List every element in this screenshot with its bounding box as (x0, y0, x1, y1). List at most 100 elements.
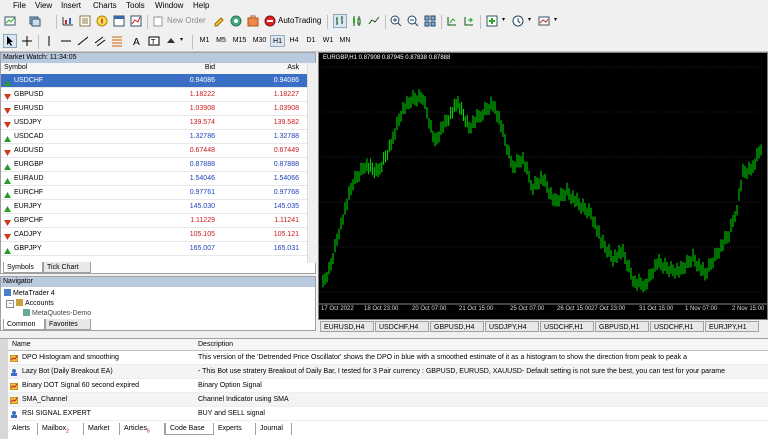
profiles-icon[interactable] (28, 14, 42, 28)
strategy-tester-icon[interactable] (129, 14, 143, 28)
price-chart[interactable]: EURGBP,H1 0.87908 0.87945 0.87838 0.8788… (318, 52, 768, 320)
indicators-icon[interactable] (485, 14, 499, 28)
column-description[interactable]: Description (198, 339, 233, 350)
menu-charts[interactable]: Charts (93, 1, 117, 10)
market-watch-row[interactable]: EURJPY 145.030 145.035 (1, 200, 307, 214)
text-label-icon[interactable]: T (147, 34, 161, 48)
bar-chart-icon[interactable] (333, 14, 347, 28)
arrows-icon[interactable] (164, 34, 178, 48)
chart-tab[interactable]: USDCHF,H1 (650, 321, 704, 332)
chart-tab[interactable]: USDCHF,H1 (540, 321, 594, 332)
tab-symbols[interactable]: Symbols (3, 262, 43, 273)
tab-code-base[interactable]: Code Base (165, 423, 214, 435)
timeframe-h4[interactable]: H4 (286, 35, 302, 47)
market-watch-row[interactable]: EURGBP 0.87888 0.87888 (1, 158, 307, 172)
menu-insert[interactable]: Insert (61, 1, 81, 10)
market-watch-row[interactable]: GBPCHF 1.11229 1.11241 (1, 214, 307, 228)
crosshair-icon[interactable] (20, 34, 34, 48)
line-chart-icon[interactable] (367, 14, 381, 28)
tab-alerts[interactable]: Alerts (8, 423, 38, 435)
arrows-dropdown-icon[interactable]: ▾ (180, 36, 183, 43)
toolbox-side-handle[interactable] (0, 339, 8, 439)
market-watch-row[interactable]: EURCHF 0.97761 0.97768 (1, 186, 307, 200)
menu-file[interactable]: File (13, 1, 26, 10)
timeframe-w1[interactable]: W1 (320, 35, 336, 47)
autotrading-button[interactable]: AutoTrading (278, 16, 321, 25)
expand-icon[interactable]: − (6, 300, 14, 308)
tab-articles[interactable]: Articles6 (120, 423, 165, 435)
tab-common[interactable]: Common (3, 319, 45, 330)
new-order-button[interactable]: New Order (167, 16, 206, 25)
timeframe-m15[interactable]: M15 (230, 35, 249, 47)
timeframe-m1[interactable]: M1 (197, 35, 212, 47)
candlestick-chart-icon[interactable] (350, 14, 364, 28)
menu-help[interactable]: Help (193, 1, 209, 10)
column-symbol[interactable]: Symbol (4, 64, 27, 71)
market-watch-row[interactable]: EURAUD 1.54046 1.54066 (1, 172, 307, 186)
auto-scroll-icon[interactable] (462, 14, 476, 28)
codebase-row[interactable]: RSI SIGNAL EXPERT BUY and SELL signal (8, 407, 768, 421)
chart-tab[interactable]: GBPUSD,H4 (430, 321, 484, 332)
market-watch-row[interactable]: GBPUSD 1.18222 1.18227 (1, 88, 307, 102)
codebase-row[interactable]: SMA_Channel Channel Indicator using SMA (8, 393, 768, 407)
templates-dropdown-icon[interactable]: ▾ (554, 16, 557, 23)
signals-icon[interactable] (229, 14, 243, 28)
market-icon[interactable] (246, 14, 260, 28)
tab-market[interactable]: Market (84, 423, 120, 435)
nav-item-account-demo[interactable]: MetaQuotes-Demo (23, 309, 91, 317)
zoom-out-icon[interactable] (406, 14, 420, 28)
chart-shift-icon[interactable] (445, 14, 459, 28)
market-watch-row[interactable]: USDCAD 1.32786 1.32788 (1, 130, 307, 144)
market-watch-icon[interactable] (61, 14, 75, 28)
nav-item-accounts[interactable]: − Accounts (6, 299, 54, 308)
menu-view[interactable]: View (35, 1, 52, 10)
chart-tab[interactable]: GBPUSD,H1 (595, 321, 649, 332)
market-watch-row[interactable]: USDJPY 139.574 139.582 (1, 116, 307, 130)
menu-tools[interactable]: Tools (126, 1, 145, 10)
timeframe-h1[interactable]: H1 (270, 35, 285, 47)
codebase-row[interactable]: DPO Histogram and smoothing This version … (8, 351, 768, 365)
market-watch-row[interactable]: EURUSD 1.03908 1.03908 (1, 102, 307, 116)
periodicity-dropdown-icon[interactable]: ▾ (528, 16, 531, 23)
timeframe-d1[interactable]: D1 (303, 35, 319, 47)
terminal-icon[interactable] (112, 14, 126, 28)
market-watch-row[interactable]: USDCHF 0.94086 0.94086 (1, 74, 307, 88)
text-tool-icon[interactable]: A (130, 34, 144, 48)
nav-item-metatrader[interactable]: MetaTrader 4 (4, 289, 55, 297)
chart-tab[interactable]: USDCHF,H4 (375, 321, 429, 332)
chart-tab[interactable]: EURUSD,H4 (320, 321, 374, 332)
market-watch-row[interactable]: CADJPY 105.105 105.121 (1, 228, 307, 242)
chart-tab[interactable]: USDJPY,H4 (485, 321, 539, 332)
timeframe-m5[interactable]: M5 (213, 35, 229, 47)
periodicity-icon[interactable] (511, 14, 525, 28)
horizontal-line-icon[interactable] (59, 34, 73, 48)
tab-mailbox[interactable]: Mailbox2 (38, 423, 84, 435)
tile-windows-icon[interactable] (423, 14, 437, 28)
metaeditor-icon[interactable] (212, 14, 226, 28)
cursor-icon[interactable] (3, 34, 17, 48)
market-watch-row[interactable]: AUDUSD 0.67448 0.67449 (1, 144, 307, 158)
market-watch-row[interactable]: GBPJPY 165.007 165.031 (1, 242, 307, 256)
indicators-dropdown-icon[interactable]: ▾ (502, 16, 505, 23)
timeframe-mn[interactable]: MN (337, 35, 353, 47)
tab-journal[interactable]: Journal (256, 423, 292, 435)
chart-tab[interactable]: EURJPY,H1 (705, 321, 759, 332)
navigator-icon[interactable] (95, 14, 109, 28)
templates-icon[interactable] (537, 14, 551, 28)
new-chart-icon[interactable] (3, 14, 17, 28)
vertical-line-icon[interactable] (42, 34, 56, 48)
column-bid[interactable]: Bid (205, 64, 215, 71)
codebase-row[interactable]: Binary DOT Signal 60 second expired Binar… (8, 379, 768, 393)
zoom-in-icon[interactable] (389, 14, 403, 28)
equidistant-channel-icon[interactable] (93, 34, 107, 48)
data-window-icon[interactable] (78, 14, 92, 28)
tab-tick-chart[interactable]: Tick Chart (43, 262, 91, 273)
codebase-row[interactable]: Lazy Bot (Daily Breakout EA) - This Bot u… (8, 365, 768, 379)
menu-window[interactable]: Window (155, 1, 183, 10)
column-name[interactable]: Name (12, 339, 31, 350)
timeframe-m30[interactable]: M30 (250, 35, 269, 47)
column-ask[interactable]: Ask (287, 64, 299, 71)
new-order-icon[interactable] (151, 14, 165, 28)
market-watch-scrollbar[interactable] (307, 63, 316, 263)
fibonacci-icon[interactable] (110, 34, 124, 48)
